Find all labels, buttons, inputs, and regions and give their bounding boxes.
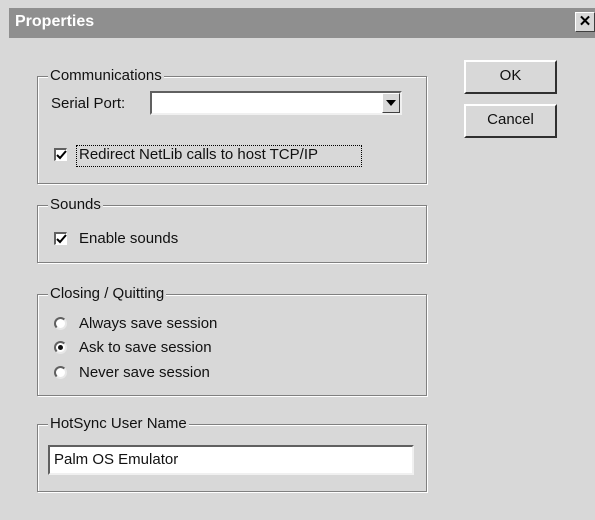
close-button[interactable]: ✕ <box>575 12 595 32</box>
communications-group: Communications Serial Port: Redirect Net… <box>37 67 427 184</box>
hotsync-user-group: HotSync User Name Palm OS Emulator <box>37 415 427 492</box>
properties-dialog: Properties ✕ OK Cancel Communications Se… <box>0 0 595 520</box>
serial-port-label: Serial Port: <box>51 95 126 112</box>
redirect-netlib-label[interactable]: Redirect NetLib calls to host TCP/IP <box>79 146 318 164</box>
communications-group-label: Communications <box>48 67 164 85</box>
checkmark-icon <box>56 234 67 244</box>
radio-always-save[interactable] <box>54 317 67 330</box>
hotsync-group-label: HotSync User Name <box>48 415 189 433</box>
redirect-netlib-checkbox[interactable] <box>54 148 67 161</box>
never-save-label[interactable]: Never save session <box>79 364 210 382</box>
close-icon: ✕ <box>578 13 592 30</box>
checkmark-icon <box>56 150 67 160</box>
hotsync-user-name-field[interactable]: Palm OS Emulator <box>48 445 414 475</box>
radio-selected-dot <box>58 345 63 350</box>
dropdown-arrow-button[interactable] <box>382 93 400 113</box>
sounds-group-label: Sounds <box>48 196 103 214</box>
enable-sounds-checkbox[interactable] <box>54 232 67 245</box>
closing-quitting-group-label: Closing / Quitting <box>48 285 167 303</box>
closing-quitting-group: Closing / Quitting Always save session A… <box>37 285 427 396</box>
serial-port-dropdown[interactable] <box>150 91 402 115</box>
window-title: Properties <box>15 13 95 30</box>
always-save-label[interactable]: Always save session <box>79 315 217 333</box>
title-bar: Properties ✕ <box>9 8 595 38</box>
ask-save-label[interactable]: Ask to save session <box>79 339 212 357</box>
radio-ask-save[interactable] <box>54 341 67 354</box>
cancel-button[interactable]: Cancel <box>464 104 557 138</box>
hotsync-user-name-value: Palm OS Emulator <box>54 451 179 468</box>
chevron-down-icon <box>386 100 396 106</box>
sounds-group: Sounds Enable sounds <box>37 196 427 263</box>
enable-sounds-label[interactable]: Enable sounds <box>79 230 178 248</box>
radio-never-save[interactable] <box>54 366 67 379</box>
ok-button[interactable]: OK <box>464 60 557 94</box>
